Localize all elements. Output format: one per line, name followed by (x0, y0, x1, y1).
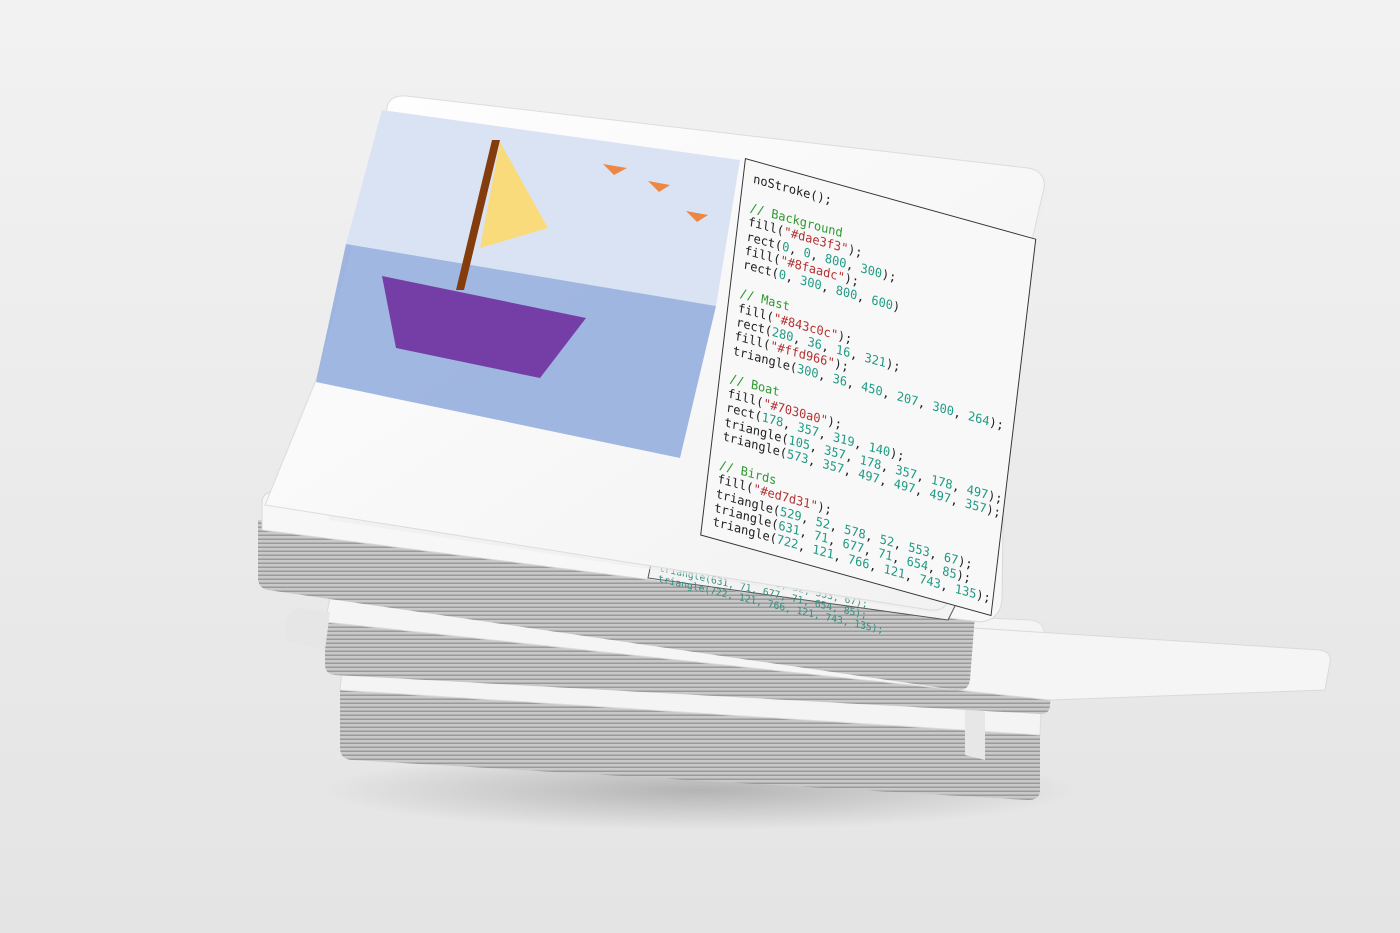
code-token: ); (988, 413, 1005, 433)
code-token: ); (881, 265, 898, 285)
code-panel: noStroke();// Background fill("#dae3f3");… (700, 158, 1037, 617)
card-stack-scene: triangle(529, 52, 578, 52, 553, 67); tri… (0, 0, 1400, 933)
code-token: ) (892, 298, 901, 315)
code-token: ); (975, 586, 992, 606)
